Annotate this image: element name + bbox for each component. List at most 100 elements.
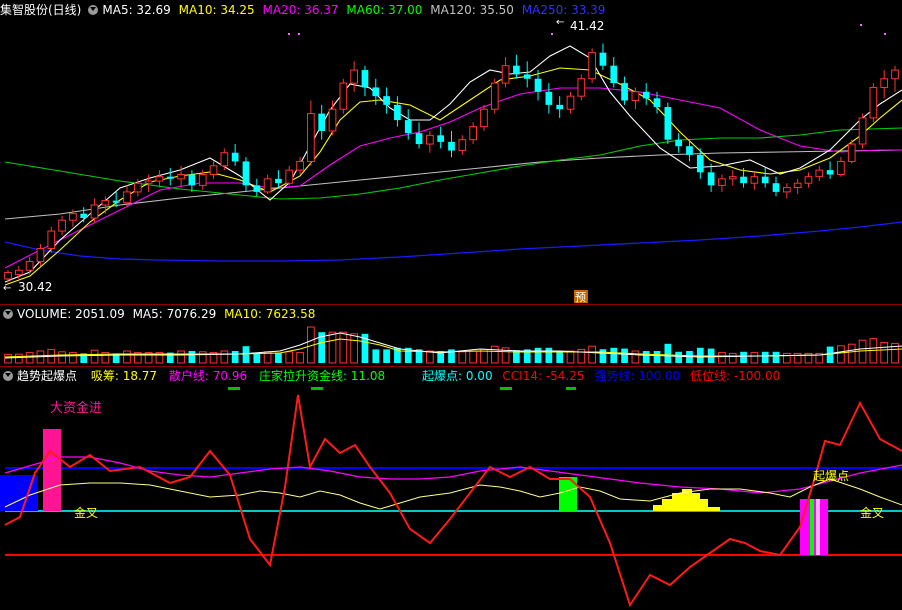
candle-down xyxy=(610,65,618,84)
low-arrow: ← xyxy=(3,283,11,294)
volume-bar xyxy=(14,353,23,364)
volume-bar xyxy=(69,352,77,364)
candle-up xyxy=(480,108,488,128)
candle-down xyxy=(686,146,693,155)
cci-line xyxy=(4,394,902,608)
volume-bar xyxy=(675,351,683,363)
candle-up xyxy=(501,65,510,84)
candle-up xyxy=(837,160,845,175)
candle-up xyxy=(220,152,229,167)
candle-up xyxy=(90,204,99,219)
candle-up xyxy=(750,176,759,184)
candle-down xyxy=(166,176,174,179)
candle-down xyxy=(545,91,553,105)
ma250-line xyxy=(4,221,902,262)
candlesticks xyxy=(4,43,899,283)
volume-bar xyxy=(198,351,207,364)
volume-bar xyxy=(837,345,845,364)
volume-bar xyxy=(782,352,791,364)
volume-bar xyxy=(826,346,834,363)
candle-down xyxy=(599,52,607,66)
candle-up xyxy=(815,169,824,178)
candle-up xyxy=(123,191,131,204)
volume-bar xyxy=(534,347,542,363)
top-marker xyxy=(298,33,300,35)
candle-up xyxy=(285,169,294,184)
golden-cross-label-1: 金叉 xyxy=(74,505,98,520)
explosion-bar-inner2 xyxy=(816,499,820,555)
candle-down xyxy=(253,185,261,192)
big-money-label: 大资金进 xyxy=(50,400,102,416)
candle-down xyxy=(523,74,531,79)
candle-down xyxy=(372,87,380,97)
signal-marker xyxy=(566,387,576,390)
price-chart[interactable]: 41.42 ← 30.42 ← 预 xyxy=(0,0,902,304)
volume-bar xyxy=(566,350,575,364)
candle-down xyxy=(80,213,88,219)
candle-up xyxy=(328,108,337,132)
volume-bar xyxy=(25,352,34,364)
volume-bar xyxy=(458,351,467,364)
candle-up xyxy=(458,139,467,152)
candle-up xyxy=(793,182,802,189)
candle-up xyxy=(847,143,856,162)
candle-down xyxy=(448,141,455,151)
big-money-bar xyxy=(43,429,61,511)
sanhu-line xyxy=(4,456,902,494)
volume-bar xyxy=(621,348,628,363)
candle-up xyxy=(718,178,726,186)
candle-up xyxy=(426,134,434,145)
volume-bar xyxy=(740,351,747,363)
volume-bar xyxy=(242,346,250,363)
candle-up xyxy=(144,180,153,184)
volume-bar xyxy=(772,351,780,363)
volume-bar xyxy=(123,350,131,364)
volume-bars xyxy=(4,326,899,364)
candle-down xyxy=(394,104,401,121)
signal-marker xyxy=(311,387,323,390)
candle-up xyxy=(588,52,596,80)
candle-down xyxy=(534,78,542,92)
candle-up xyxy=(47,230,56,249)
volume-bar xyxy=(231,351,239,363)
volume-bar xyxy=(858,339,867,364)
volume-bar xyxy=(761,351,769,363)
xichou-line xyxy=(4,478,902,510)
low-price-label: 30.42 xyxy=(18,280,52,294)
volume-bar xyxy=(631,350,640,364)
candle-down xyxy=(761,176,769,184)
volume-bar xyxy=(556,351,564,363)
volume-bar xyxy=(426,350,434,364)
candle-up xyxy=(350,69,358,84)
volume-bar xyxy=(577,348,586,364)
high-price-label: 41.42 xyxy=(570,19,604,33)
volume-bar xyxy=(664,343,672,363)
volume-bar xyxy=(58,351,66,364)
volume-bar xyxy=(220,350,229,364)
candle-up xyxy=(631,91,640,102)
top-marker xyxy=(551,33,553,35)
volume-bar xyxy=(599,349,607,363)
candle-up xyxy=(782,187,791,193)
candle-down xyxy=(740,176,747,184)
signal-marker xyxy=(228,387,240,390)
candle-down xyxy=(242,161,250,186)
volume-bar xyxy=(4,353,12,364)
candle-up xyxy=(4,271,12,280)
candle-down xyxy=(361,70,369,88)
volume-bar xyxy=(177,350,185,364)
candle-up xyxy=(36,247,45,263)
candle-down xyxy=(826,170,834,175)
volume-bar xyxy=(642,351,650,363)
candle-up xyxy=(155,176,164,182)
candle-down xyxy=(275,178,282,184)
volume-chart[interactable] xyxy=(0,305,902,365)
candle-up xyxy=(307,113,315,162)
candle-up xyxy=(728,176,737,180)
candle-up xyxy=(69,213,77,221)
candle-up xyxy=(25,261,34,271)
candle-up xyxy=(566,95,575,110)
volume-bar xyxy=(296,352,304,364)
indicator-chart[interactable]: 大资金进 金叉 起爆点 金叉 xyxy=(0,367,902,610)
explosion-bar-inner xyxy=(810,499,814,555)
